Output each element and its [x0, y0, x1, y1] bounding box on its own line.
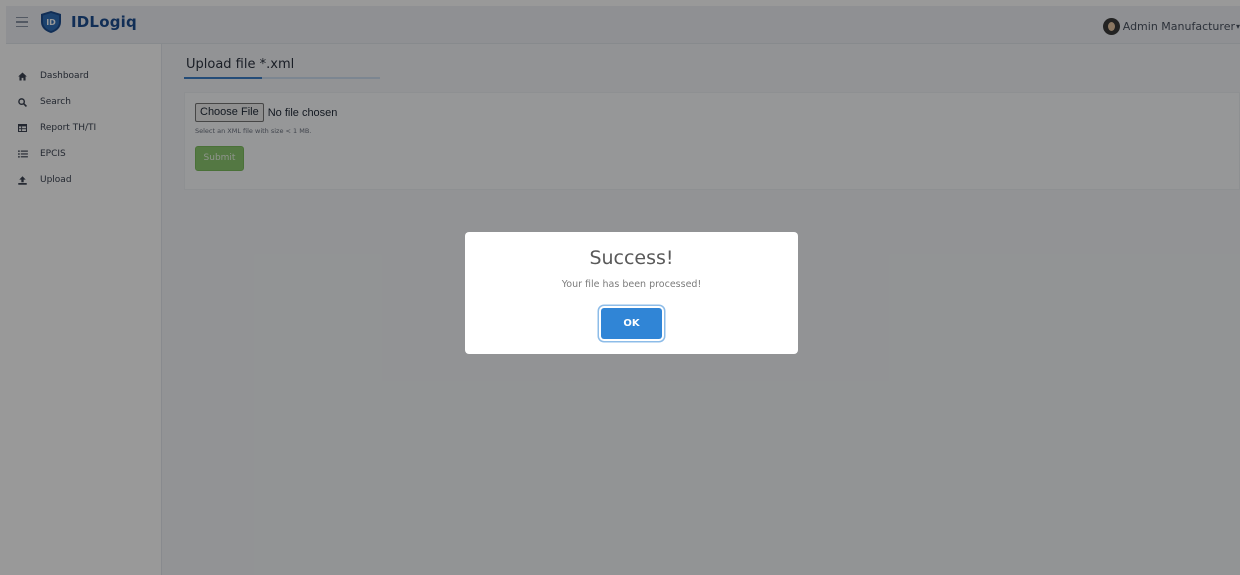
- dialog-message: Your file has been processed!: [561, 279, 702, 290]
- dialog-title: Success!: [589, 247, 674, 269]
- success-dialog: Success! Your file has been processed! O…: [465, 232, 798, 354]
- ok-button[interactable]: OK: [601, 308, 662, 339]
